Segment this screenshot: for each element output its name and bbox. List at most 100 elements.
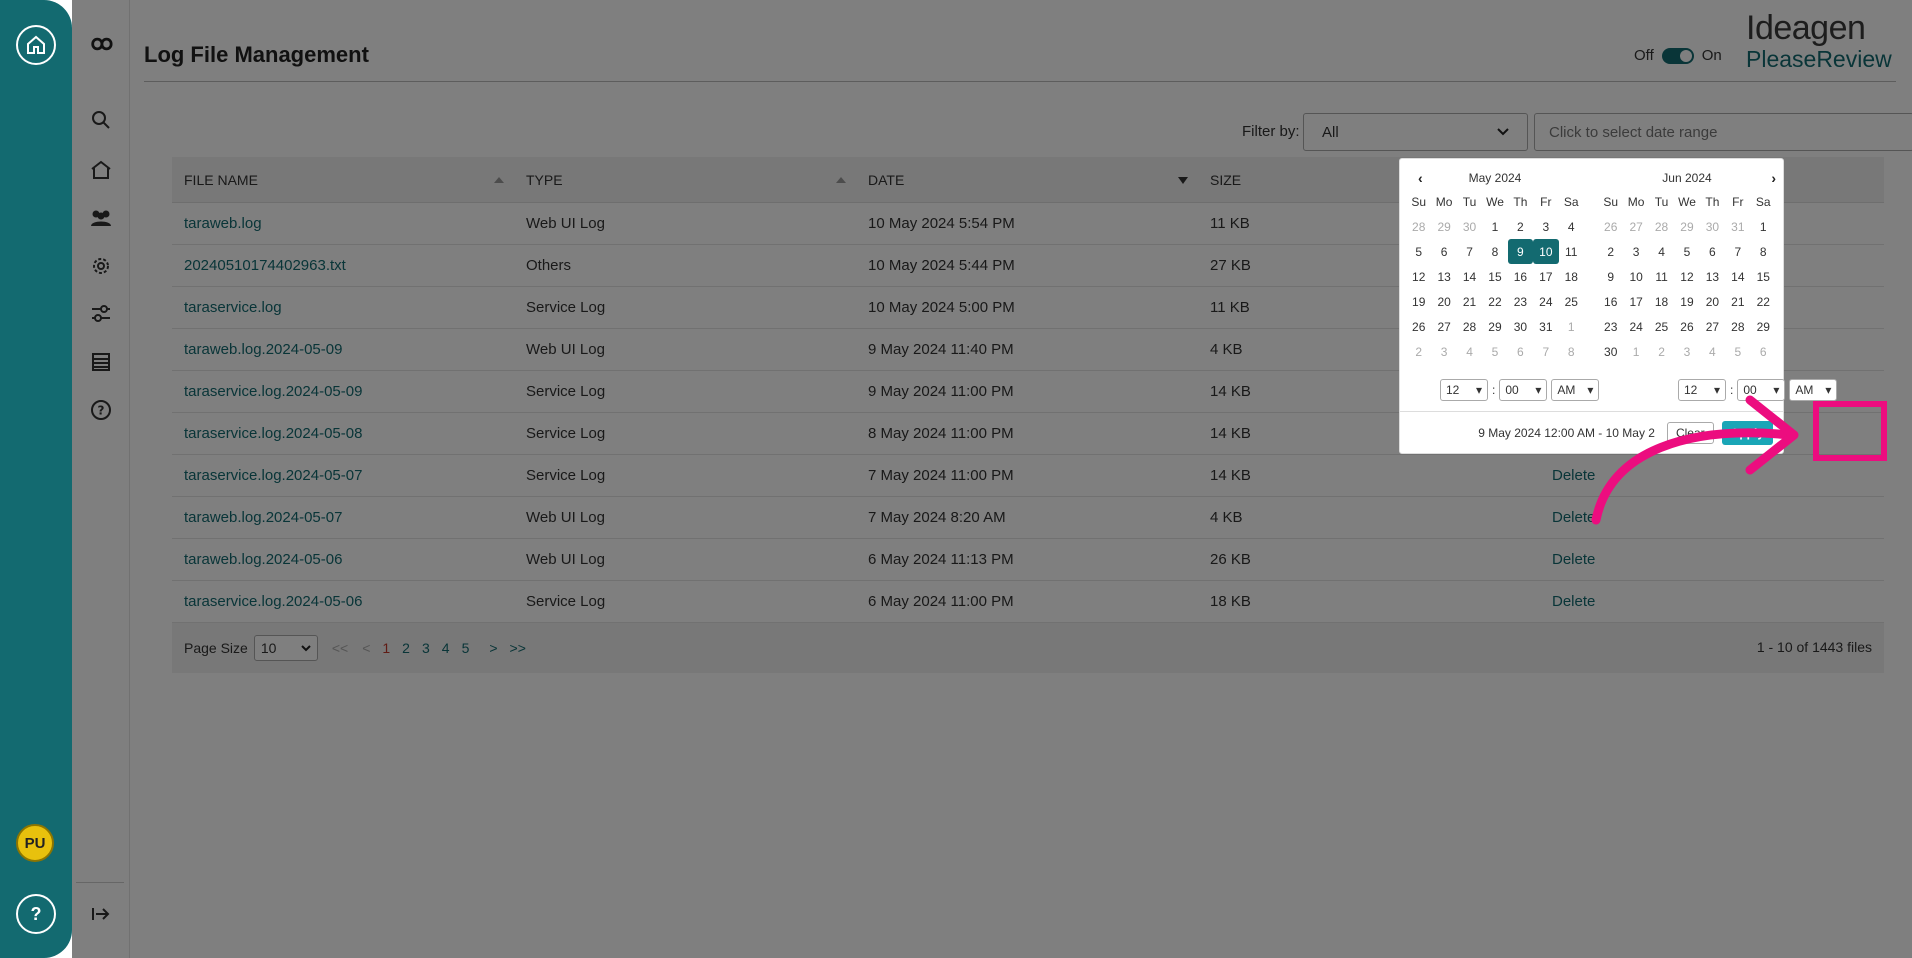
calendar-day[interactable]: 30 bbox=[1700, 214, 1725, 239]
calendar-day[interactable]: 21 bbox=[1457, 289, 1482, 314]
calendar-day[interactable]: 27 bbox=[1623, 214, 1648, 239]
calendar-day[interactable]: 19 bbox=[1674, 289, 1699, 314]
calendar-day[interactable]: 23 bbox=[1508, 289, 1533, 314]
calendar-day[interactable]: 3 bbox=[1533, 214, 1558, 239]
calendar-day[interactable]: 8 bbox=[1559, 339, 1584, 364]
calendar-day[interactable]: 5 bbox=[1674, 239, 1699, 264]
calendar-day[interactable]: 12 bbox=[1406, 264, 1431, 289]
calendar-day[interactable]: 12 bbox=[1674, 264, 1699, 289]
calendar-day[interactable]: 15 bbox=[1751, 264, 1776, 289]
calendar-day[interactable]: 25 bbox=[1649, 314, 1674, 339]
calendar-day[interactable]: 4 bbox=[1700, 339, 1725, 364]
calendar-day[interactable]: 18 bbox=[1649, 289, 1674, 314]
calendar-day[interactable]: 15 bbox=[1482, 264, 1507, 289]
calendar-day[interactable]: 28 bbox=[1725, 314, 1750, 339]
calendar-day[interactable]: 23 bbox=[1598, 314, 1623, 339]
calendar-day[interactable]: 1 bbox=[1751, 214, 1776, 239]
calendar-day[interactable]: 30 bbox=[1457, 214, 1482, 239]
calendar-day[interactable]: 1 bbox=[1559, 314, 1584, 339]
calendar-day[interactable]: 5 bbox=[1482, 339, 1507, 364]
calendar-day[interactable]: 24 bbox=[1623, 314, 1648, 339]
calendar-day[interactable]: 2 bbox=[1598, 239, 1623, 264]
weekday-label: Fr bbox=[1540, 194, 1552, 209]
calendar-week: 30 1 2 3 4 5 6 bbox=[1598, 339, 1776, 364]
calendar-day[interactable]: 13 bbox=[1431, 264, 1456, 289]
calendar-day[interactable]: 2 bbox=[1649, 339, 1674, 364]
calendar-day[interactable]: 26 bbox=[1674, 314, 1699, 339]
calendar-day[interactable]: 6 bbox=[1431, 239, 1456, 264]
calendar-day[interactable]: 29 bbox=[1751, 314, 1776, 339]
right-month-label: Jun 2024 bbox=[1662, 171, 1712, 185]
calendar-day[interactable]: 19 bbox=[1406, 289, 1431, 314]
calendar-day[interactable]: 27 bbox=[1431, 314, 1456, 339]
calendar-day[interactable]: 26 bbox=[1406, 314, 1431, 339]
calendar-day[interactable]: 10 bbox=[1533, 239, 1559, 264]
calendar-day[interactable]: 1 bbox=[1482, 214, 1507, 239]
calendar-day[interactable]: 5 bbox=[1406, 239, 1431, 264]
calendar-day[interactable]: 30 bbox=[1598, 339, 1623, 364]
calendar-day[interactable]: 7 bbox=[1725, 239, 1750, 264]
home-icon[interactable] bbox=[16, 25, 56, 65]
calendar-day[interactable]: 8 bbox=[1482, 239, 1507, 264]
calendar-day[interactable]: 6 bbox=[1508, 339, 1533, 364]
calendar-day[interactable]: 20 bbox=[1431, 289, 1456, 314]
calendar-day[interactable]: 9 bbox=[1598, 264, 1623, 289]
calendar-day[interactable]: 25 bbox=[1559, 289, 1584, 314]
calendar-day[interactable]: 28 bbox=[1406, 214, 1431, 239]
calendar-day[interactable]: 2 bbox=[1406, 339, 1431, 364]
calendar-day[interactable]: 30 bbox=[1508, 314, 1533, 339]
calendar-day[interactable]: 18 bbox=[1559, 264, 1584, 289]
calendar-day[interactable]: 4 bbox=[1457, 339, 1482, 364]
avatar[interactable]: PU bbox=[16, 824, 54, 862]
weekday-label: We bbox=[1678, 194, 1696, 209]
calendar-day[interactable]: 14 bbox=[1725, 264, 1750, 289]
calendar-day[interactable]: 6 bbox=[1751, 339, 1776, 364]
start-hour-select[interactable]: 12 ▾ bbox=[1440, 379, 1488, 401]
calendar-week: 5 6 7 8 9 10 11 bbox=[1406, 239, 1584, 264]
next-month-icon[interactable]: › bbox=[1771, 170, 1776, 186]
calendar-day[interactable]: 17 bbox=[1623, 289, 1648, 314]
calendar-day[interactable]: 6 bbox=[1700, 239, 1725, 264]
calendar-day[interactable]: 4 bbox=[1559, 214, 1584, 239]
calendar-day[interactable]: 2 bbox=[1508, 214, 1533, 239]
annotation-arrow bbox=[1591, 395, 1799, 525]
calendar-day[interactable]: 9 bbox=[1507, 239, 1534, 264]
calendar-day[interactable]: 11 bbox=[1649, 264, 1674, 289]
weekday-label: Sa bbox=[1755, 194, 1771, 209]
calendar-day[interactable]: 1 bbox=[1623, 339, 1648, 364]
calendar-day[interactable]: 16 bbox=[1598, 289, 1623, 314]
calendar-day[interactable]: 21 bbox=[1725, 289, 1750, 314]
weekday-label: Tu bbox=[1462, 194, 1477, 209]
calendar-day[interactable]: 27 bbox=[1700, 314, 1725, 339]
help-button[interactable]: ? bbox=[16, 894, 56, 934]
calendar-day[interactable]: 24 bbox=[1533, 289, 1558, 314]
calendar-day[interactable]: 31 bbox=[1533, 314, 1558, 339]
calendar-day[interactable]: 3 bbox=[1623, 239, 1648, 264]
calendar-day[interactable]: 3 bbox=[1674, 339, 1699, 364]
calendar-day[interactable]: 10 bbox=[1623, 264, 1648, 289]
calendar-day[interactable]: 22 bbox=[1482, 289, 1507, 314]
calendar-day[interactable]: 13 bbox=[1700, 264, 1725, 289]
calendar-day[interactable]: 28 bbox=[1457, 314, 1482, 339]
calendar-day[interactable]: 4 bbox=[1649, 239, 1674, 264]
calendar-day[interactable]: 16 bbox=[1508, 264, 1533, 289]
calendar-day[interactable]: 28 bbox=[1649, 214, 1674, 239]
calendar-day[interactable]: 3 bbox=[1431, 339, 1456, 364]
calendar-day[interactable]: 11 bbox=[1559, 239, 1584, 264]
calendar-day[interactable]: 8 bbox=[1751, 239, 1776, 264]
calendar-day[interactable]: 20 bbox=[1700, 289, 1725, 314]
calendar-day[interactable]: 31 bbox=[1725, 214, 1750, 239]
calendar-day[interactable]: 7 bbox=[1533, 339, 1558, 364]
calendar-day[interactable]: 7 bbox=[1457, 239, 1482, 264]
calendar-day[interactable]: 17 bbox=[1533, 264, 1558, 289]
prev-month-icon[interactable]: ‹ bbox=[1418, 170, 1423, 186]
calendar-day[interactable]: 29 bbox=[1482, 314, 1507, 339]
calendar-day[interactable]: 29 bbox=[1674, 214, 1699, 239]
start-minute-select[interactable]: 00 ▾ bbox=[1499, 379, 1548, 401]
calendar-day[interactable]: 5 bbox=[1725, 339, 1750, 364]
calendar-day[interactable]: 29 bbox=[1431, 214, 1456, 239]
calendar-day[interactable]: 26 bbox=[1598, 214, 1623, 239]
calendar-left: ‹ May 2024 Su Mo Tu We Th Fr Sa 28 29 30 1 2 3 4 5 6 7 8… bbox=[1406, 167, 1584, 364]
calendar-day[interactable]: 14 bbox=[1457, 264, 1482, 289]
calendar-day[interactable]: 22 bbox=[1751, 289, 1776, 314]
